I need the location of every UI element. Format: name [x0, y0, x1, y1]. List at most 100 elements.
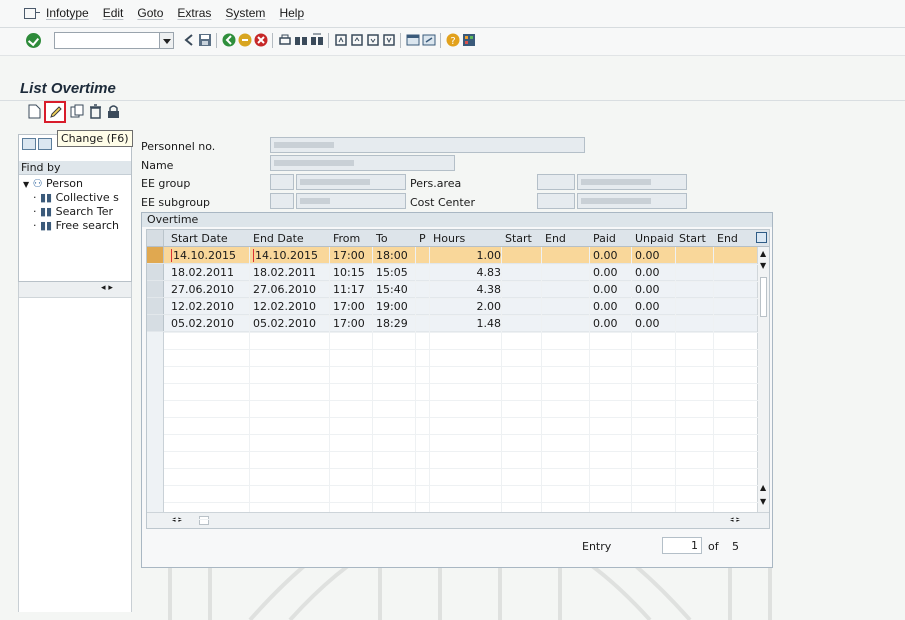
- menu-goto[interactable]: Goto: [137, 6, 163, 20]
- lock-icon[interactable]: [106, 104, 121, 119]
- table-row[interactable]: 05.02.2010 05.02.2010 17:00 18:29 1.48 0…: [147, 315, 759, 332]
- command-dropdown-icon[interactable]: [160, 32, 174, 49]
- row-selector[interactable]: [147, 281, 164, 297]
- change-button[interactable]: [44, 101, 66, 123]
- row-selector[interactable]: [147, 298, 164, 314]
- grid-line: [164, 332, 758, 333]
- col-unpaid[interactable]: Unpaid: [635, 232, 674, 245]
- name-label: Name: [141, 159, 174, 172]
- menu-extras[interactable]: Extras: [177, 6, 211, 20]
- svg-text:?: ?: [450, 36, 455, 47]
- ee-group-text-field: [296, 174, 406, 190]
- grid-column-line: [501, 247, 502, 512]
- row-selector[interactable]: [147, 247, 164, 263]
- row-selector[interactable]: [147, 264, 164, 280]
- pers-area-text-field: [577, 174, 687, 190]
- enter-icon[interactable]: [26, 33, 41, 48]
- col-start-2[interactable]: Start: [505, 232, 532, 245]
- tree-item-search-term[interactable]: · ▮▮ Search Ter: [33, 205, 131, 218]
- scroll-left-right-icon[interactable]: ◂ ▸: [171, 515, 183, 525]
- scroll-thumb[interactable]: [760, 277, 767, 317]
- window-menu-icon[interactable]: [24, 8, 40, 19]
- name-field: [270, 155, 455, 171]
- col-from[interactable]: From: [333, 232, 360, 245]
- col-paid[interactable]: Paid: [593, 232, 616, 245]
- menu-edit[interactable]: Edit: [103, 6, 124, 20]
- left-horizontal-scrollbar[interactable]: ◂ ▸: [19, 282, 131, 298]
- find-next-icon[interactable]: [310, 33, 324, 47]
- scroll-left-right-icon[interactable]: ◂ ▸: [729, 515, 741, 525]
- next-page-icon[interactable]: [366, 33, 380, 47]
- command-field[interactable]: [54, 32, 160, 49]
- col-end-3[interactable]: End: [717, 232, 738, 245]
- scroll-arrows-icon[interactable]: ◂ ▸: [101, 283, 113, 293]
- scroll-down-icon[interactable]: ▼: [760, 261, 766, 270]
- horizontal-scrollbar[interactable]: ◂ ▸ ◂ ▸: [147, 512, 769, 528]
- tree-item-person[interactable]: ▼ ⚇ Person: [23, 177, 83, 190]
- help-icon[interactable]: ?: [446, 33, 460, 47]
- scroll-up-icon[interactable]: ▲: [760, 483, 766, 492]
- col-end-2[interactable]: End: [545, 232, 566, 245]
- grid-column-line: [429, 247, 430, 512]
- table-row[interactable]: 18.02.2011 18.02.2011 10:15 15:05 4.83 0…: [147, 264, 759, 281]
- personnel-no-field[interactable]: [270, 137, 585, 153]
- col-to[interactable]: To: [376, 232, 388, 245]
- col-start-3[interactable]: Start: [679, 232, 706, 245]
- entry-field[interactable]: 1: [662, 537, 702, 554]
- scroll-down-icon[interactable]: ▼: [760, 497, 766, 506]
- vertical-scrollbar[interactable]: ▲ ▼ ▲ ▼: [757, 247, 769, 512]
- overtime-group-title: Overtime: [142, 213, 772, 227]
- table-row[interactable]: 12.02.2010 12.02.2010 17:00 19:00 2.00 0…: [147, 298, 759, 315]
- table-header: Start Date End Date From To P Hours Star…: [147, 230, 769, 247]
- col-start-date[interactable]: Start Date: [171, 232, 228, 245]
- row-selector[interactable]: [147, 315, 164, 331]
- separator: [328, 33, 329, 48]
- col-hours[interactable]: Hours: [433, 232, 465, 245]
- ee-subgroup-code-field: [270, 193, 294, 209]
- delete-icon[interactable]: [88, 104, 103, 119]
- column-config-icon[interactable]: [756, 232, 767, 243]
- menu-system[interactable]: System: [225, 6, 265, 20]
- table-row[interactable]: 27.06.2010 27.06.2010 11:17 15:40 4.38 0…: [147, 281, 759, 298]
- change-tooltip: Change (F6): [57, 130, 133, 147]
- nav-forward-icon[interactable]: [38, 138, 52, 150]
- exit-icon[interactable]: [238, 33, 252, 47]
- layout-menu-icon[interactable]: [462, 33, 476, 47]
- screen-title: List Overtime: [20, 80, 116, 97]
- last-page-icon[interactable]: [382, 33, 396, 47]
- grid-line: [164, 434, 758, 435]
- scroll-up-icon[interactable]: ▲: [760, 249, 766, 258]
- find-icon[interactable]: [294, 33, 308, 47]
- previous-page-icon[interactable]: [350, 33, 364, 47]
- tree-item-free-search[interactable]: · ▮▮ Free search: [33, 219, 131, 232]
- menu-help[interactable]: Help: [279, 6, 304, 20]
- nav-back-icon[interactable]: [22, 138, 36, 150]
- create-icon[interactable]: [27, 104, 42, 119]
- ee-subgroup-text-field: [296, 193, 406, 209]
- first-page-icon[interactable]: [334, 33, 348, 47]
- scroll-thumb[interactable]: [199, 516, 209, 525]
- grid-line: [164, 298, 758, 299]
- print-icon[interactable]: [278, 33, 292, 47]
- menu-infotype[interactable]: Infotype: [46, 6, 89, 20]
- grid-line: [164, 468, 758, 469]
- overtime-group: Overtime Start Date End Date From To P H…: [141, 212, 773, 568]
- grid-line: [164, 519, 758, 520]
- copy-icon[interactable]: [70, 104, 85, 119]
- left-lower-panel: ◂ ▸: [18, 282, 132, 612]
- back-green-icon[interactable]: [222, 33, 236, 47]
- table-row[interactable]: 14.10.2015 14.10.2015 17:00 18:00 1.00 0…: [147, 247, 759, 264]
- save-icon[interactable]: [198, 33, 212, 47]
- cancel-icon[interactable]: [254, 33, 268, 47]
- tree-item-collective-search[interactable]: · ▮▮ Collective s: [33, 191, 131, 204]
- person-icon: ⚇: [32, 177, 43, 190]
- select-all-cell[interactable]: [147, 230, 164, 246]
- shortcut-icon[interactable]: [422, 33, 436, 47]
- new-session-icon[interactable]: [406, 33, 420, 47]
- separator: [440, 33, 441, 48]
- cost-center-label: Cost Center: [410, 196, 475, 209]
- pers-area-label: Pers.area: [410, 177, 462, 190]
- col-end-date[interactable]: End Date: [253, 232, 304, 245]
- col-p[interactable]: P: [419, 232, 426, 245]
- back-icon[interactable]: [182, 33, 196, 47]
